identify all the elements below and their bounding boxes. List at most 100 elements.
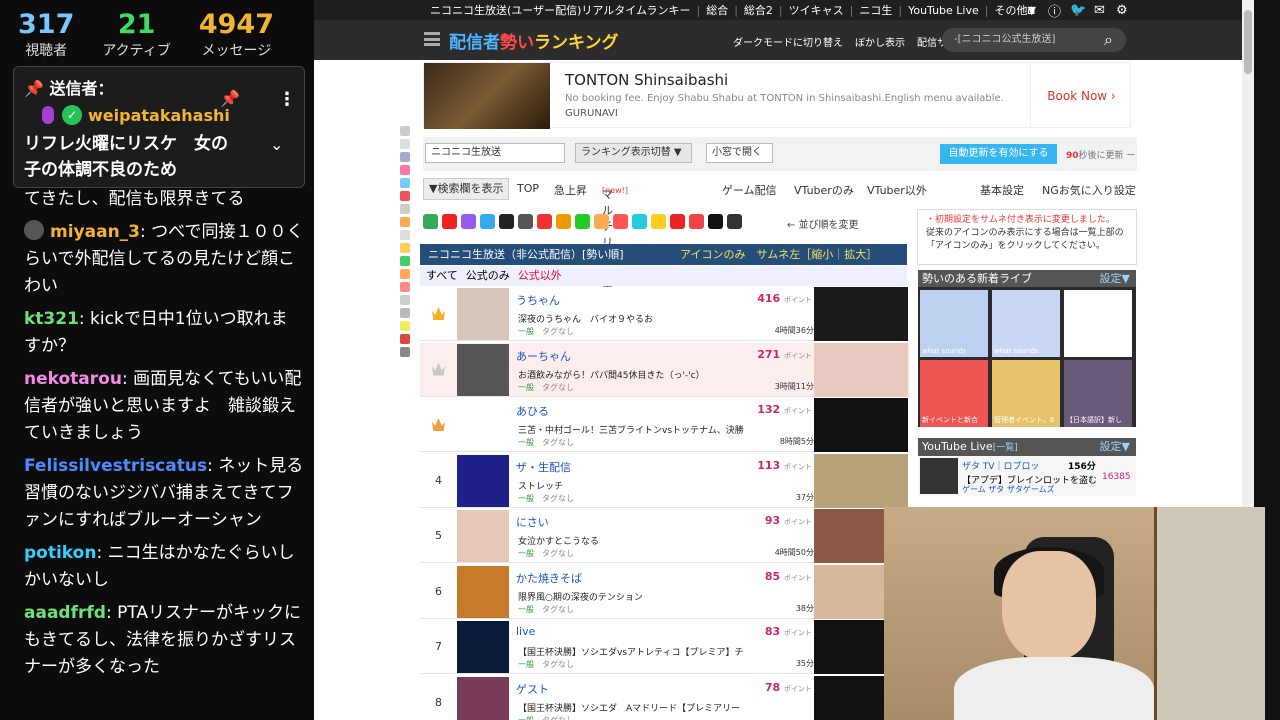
streamer-name[interactable]: かた焼きそば [516,570,582,586]
basic-settings-link[interactable]: 基本設定 [980,182,1024,198]
pin-icon[interactable]: 📌 [220,89,240,108]
stream-title[interactable]: 限界風○期の深夜のテンション [518,590,798,603]
category-tag[interactable]: 一般 [518,438,534,447]
chat-username[interactable]: nekotarou [24,369,122,389]
live-thumbnail[interactable]: what sounds [920,290,988,357]
streamer-name[interactable]: ザ・生配信 [516,459,571,475]
streamer-name[interactable]: あひる [516,403,549,419]
streamer-icon[interactable] [457,288,509,340]
streamer-icon[interactable] [457,510,509,562]
streamer-name[interactable]: うちゃん [516,292,560,308]
top-link[interactable]: YouTube Live [908,4,979,17]
auto-update-button[interactable]: 自動更新を有効にする [940,144,1057,164]
youtube-row[interactable]: ザタ TV｜ロブロッ 156分 【アプデ】ブレインロットを盗むか ゲーム ザタ … [918,456,1136,496]
streamer-name[interactable]: あーちゃん [516,348,571,364]
ranking-row[interactable]: 6 かた焼きそば 限界風○期の深夜のテンション 一般 タグなし 85 ポイント 38分 [420,564,910,619]
ranking-row[interactable]: うちゃん 深夜のうちゃん バイオ９やるお 一般 タグなし 416 ポイント 4時間36分 [420,287,910,341]
search-input[interactable]: -[ニコニコ公式生放送] [942,28,1126,52]
ranking-row[interactable]: あーちゃん お酒飲みながら！パパ間45休目きた（っ'-'c） 一般 タグなし 271 … [420,342,910,397]
stream-title[interactable]: 三苫・中村ゴール！三苫ブライトンvsトッテナム、決勝 [518,423,798,436]
ranking-row[interactable]: 7 live 【国王杯決勝】ソシエダvsアトレティコ【プレミア】チ 一般 タグなし 83… [420,620,910,674]
streamer-icon[interactable] [457,676,509,720]
ad-book-button[interactable]: Book Now › [1030,63,1132,129]
category-tag[interactable]: 一般 [518,716,534,720]
category-tag[interactable]: 一般 [518,549,534,558]
search-icon[interactable]: ⌕ [1104,30,1113,50]
filter-non-official[interactable]: 公式以外 [518,269,562,282]
category-tag[interactable]: 一般 [518,494,534,503]
stream-title[interactable]: 【国王杯決勝】ソシエダ Aマドリード【プレミアリー [518,701,798,714]
site-logo[interactable]: 配信者勢いランキング [449,28,619,53]
stream-title[interactable]: 深夜のうちゃん バイオ９やるお [518,312,798,325]
sort-order-link[interactable]: ← 並び順を変更 [787,216,859,231]
stream-title[interactable]: お酒飲みながら！パパ間45休目きた（っ'-'c） [518,368,798,381]
show-search-button[interactable]: ▼検索欄を表示 [423,178,510,200]
chevron-down-icon[interactable]: ⌄ [270,135,283,154]
live-thumbnail[interactable]: 管理者イベント、6 [992,360,1060,427]
chat-username[interactable]: Felissilvestriscatus [24,456,207,476]
twitter-icon[interactable]: 🐦 [1070,3,1086,18]
ranking-row[interactable]: あひる 三苫・中村ゴール！三苫ブライトンvsトッテナム、決勝 一般 タグなし 132 … [420,398,910,452]
filter-official[interactable]: 公式のみ [466,269,510,282]
view-options[interactable]: アイコンのみ サムネ左［縮小｜拡大］ [680,244,877,265]
gear-icon[interactable]: ⚙ [1116,3,1128,18]
chat-username[interactable]: potikon [24,543,96,563]
live-thumbnail[interactable]: 新イベントと新合 [920,360,988,427]
live-thumbnail[interactable]: 【日本語訳】新し [1064,360,1132,427]
tab-rising[interactable]: 急上昇 [554,182,587,198]
tab-vtuber-only[interactable]: VTuberのみ [794,182,854,198]
mail-icon[interactable]: ✉ [1094,3,1105,18]
dark-mode-link[interactable]: ダークモードに切り替え [733,38,843,49]
more-options-icon[interactable]: ⋮ [278,89,296,110]
ranking-row[interactable]: 4 ザ・生配信 ストレッチ 一般 タグなし 113 ポイント 37分 [420,453,910,508]
streamer-icon[interactable] [457,454,509,507]
ranking-row[interactable]: 5 にさい 女泣かすとこうなる 一般 タグなし 93 ポイント 4時間50分 [420,509,910,563]
pinned-message[interactable]: 📌 送信者： ✓ weipatakahashi リフレ火曜にリスケ 女の子の体調不… [13,66,305,188]
top-link[interactable]: 総合 [706,2,728,18]
ranking-toggle-button[interactable]: ランキング表示切替 ▼ [575,143,692,163]
top-link[interactable]: ニコニコ生放送(ユーザー配信)リアルタイムランキー [430,2,690,18]
chat-username[interactable]: aaadfrfd [24,603,106,623]
stream-title[interactable]: 女泣かすとこうなる [518,534,798,547]
top-link[interactable]: ニコ生 [859,2,892,18]
top-link[interactable]: 総合2 [744,2,773,18]
new-live-settings[interactable]: 設定▼ [1100,270,1130,288]
stream-thumbnail[interactable] [814,342,908,397]
category-tag[interactable]: 一般 [518,605,534,614]
category-tag[interactable]: 一般 [518,383,534,392]
chat-username[interactable]: miyaan_3 [50,222,140,242]
streamer-icon[interactable] [457,343,509,396]
category-tag[interactable]: 一般 [518,327,534,336]
streamer-icon[interactable] [457,565,509,618]
streamer-name[interactable]: にさい [516,514,549,530]
menu-icon[interactable] [424,32,440,46]
scrollbar-thumb[interactable] [1244,10,1252,74]
info-icon[interactable]: ⓘ [1048,1,1061,20]
youtube-list-link[interactable]: [一覧] [993,443,1018,453]
tab-top[interactable]: TOP [517,182,539,195]
youtube-settings[interactable]: 設定▼ [1100,438,1130,456]
stream-title[interactable]: ストレッチ [518,479,798,492]
streamer-icon[interactable] [457,399,509,451]
settings-shape-icon[interactable]: ⌂ [1027,3,1035,18]
chat-username[interactable]: kt321 [24,309,79,329]
streamer-icon[interactable] [457,621,509,673]
ad-banner[interactable]: TONTON Shinsaibashi No booking fee. Enjo… [423,62,1132,129]
site-select[interactable]: ニコニコ生放送 [425,143,565,163]
streamer-name[interactable]: ゲスト [516,681,549,697]
ng-fav-settings-link[interactable]: NGお気に入り設定 [1042,182,1136,198]
live-thumbnail[interactable]: what sounds [992,290,1060,357]
stream-thumbnail[interactable] [814,398,908,452]
window-select[interactable]: 小窓で開く [706,143,773,163]
stream-thumbnail[interactable] [814,287,908,341]
category-tag[interactable]: 一般 [518,660,534,669]
ranking-row[interactable]: 8 ゲスト 【国王杯決勝】ソシエダ Aマドリード【プレミアリー 一般 タグなし 78 ポ… [420,675,910,720]
blur-link[interactable]: ぼかし表示 [855,38,905,49]
tab-game[interactable]: ゲーム配信 [722,182,777,198]
filter-all[interactable]: すべて [426,269,458,282]
streamer-name[interactable]: live [516,625,535,638]
top-link[interactable]: ツイキャス [789,2,844,18]
stream-thumbnail[interactable] [814,453,908,508]
live-thumbnail[interactable]: 【プレミア第33 [1064,290,1132,357]
stream-title[interactable]: 【国王杯決勝】ソシエダvsアトレティコ【プレミア】チ [518,645,798,658]
